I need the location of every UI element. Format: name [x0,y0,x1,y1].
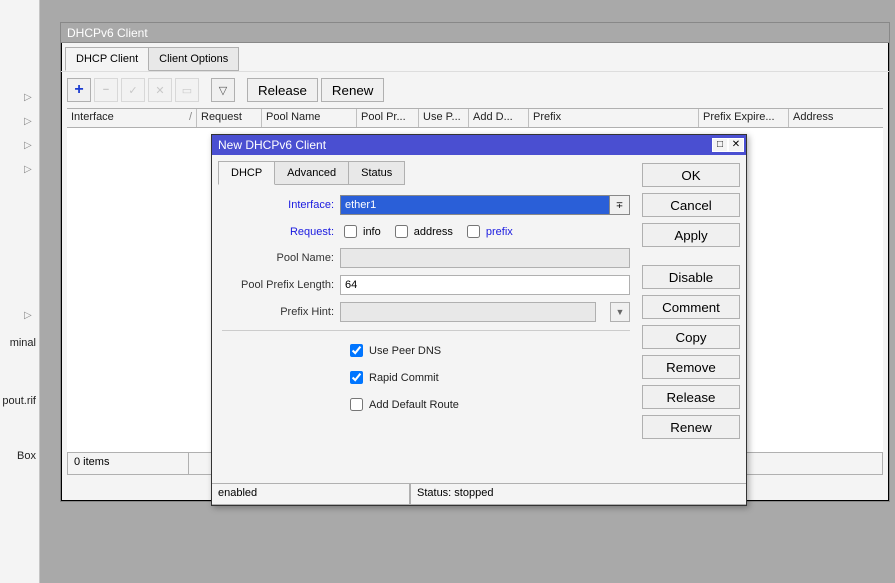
label-pool-prefix-length: Pool Prefix Length: [222,279,340,291]
new-dhcpv6-client-dialog: New DHCPv6 Client □ ✕ DHCP Advanced Stat… [211,134,747,506]
col-pool-name[interactable]: Pool Name [262,109,357,127]
use-peer-dns-checkbox[interactable] [350,344,363,357]
tab-client-options[interactable]: Client Options [148,47,239,71]
col-prefix-expire[interactable]: Prefix Expire... [699,109,789,127]
comment-icon: ▭ [182,84,192,97]
close-icon: ✕ [732,135,740,155]
dialog-title-bar: New DHCPv6 Client □ ✕ [212,135,746,155]
dialog-side-buttons: OK Cancel Apply Disable Comment Copy Rem… [642,161,740,477]
tab-dhcp-client[interactable]: DHCP Client [65,47,149,71]
toolbar: + − ✓ ✕ ▭ ▽ Release Renew [61,71,889,108]
comment-button[interactable]: Comment [642,295,740,319]
copy-button[interactable]: Copy [642,325,740,349]
close-button[interactable]: ✕ [728,138,744,152]
sidebar-item-label[interactable]: pout.rif [0,395,40,407]
release-button[interactable]: Release [247,78,318,102]
item-count: 0 items [74,456,109,468]
dialog-title: New DHCPv6 Client [218,135,326,155]
dialog-status-bar: enabled Status: stopped [212,483,746,505]
tab-dhcp[interactable]: DHCP [218,161,275,185]
triangle-down-icon: ▼ [616,307,625,317]
col-use-p[interactable]: Use P... [419,109,469,127]
request-address-label: address [414,226,453,238]
col-add-d[interactable]: Add D... [469,109,529,127]
request-prefix-checkbox[interactable] [467,225,480,238]
sidebar-item-label[interactable]: minal [0,337,40,349]
status-running: Status: stopped [410,484,746,505]
x-icon: ✕ [155,84,164,97]
rapid-commit-label: Rapid Commit [369,372,439,384]
ok-button[interactable]: OK [642,163,740,187]
label-prefix-hint: Prefix Hint: [222,306,340,318]
add-default-route-label: Add Default Route [369,399,459,411]
remove-button[interactable]: Remove [642,355,740,379]
filter-button[interactable]: ▽ [211,78,235,102]
request-info-label: info [363,226,381,238]
status-divider [188,453,189,474]
col-request[interactable]: Request [197,109,262,127]
request-info-checkbox[interactable] [344,225,357,238]
prefix-hint-side-button[interactable]: ▼ [610,302,630,322]
tab-status[interactable]: Status [348,161,405,185]
expander-icon[interactable]: ▷ [24,164,32,175]
col-pool-pr[interactable]: Pool Pr... [357,109,419,127]
col-interface[interactable]: Interface [67,109,197,127]
label-interface: Interface: [222,199,340,211]
enable-button: ✓ [121,78,145,102]
check-icon: ✓ [128,84,137,97]
add-default-route-checkbox[interactable] [350,398,363,411]
expander-icon[interactable]: ▷ [24,92,32,103]
maximize-icon: □ [717,135,723,155]
dialog-tabs: DHCP Advanced Status [218,161,634,185]
renew-button[interactable]: Renew [321,78,385,102]
col-address[interactable]: Address [789,109,883,127]
table-headers: Interface Request Pool Name Pool Pr... U… [67,108,883,128]
prefix-hint-input[interactable] [340,302,596,322]
status-enabled: enabled [212,484,410,505]
add-button[interactable]: + [67,78,91,102]
window-title: DHCPv6 Client [61,23,889,43]
rapid-commit-checkbox[interactable] [350,371,363,384]
expander-icon[interactable]: ▷ [24,140,32,151]
main-tabs: DHCP Client Client Options [61,43,889,71]
label-request: Request: [222,226,340,238]
tab-advanced[interactable]: Advanced [274,161,349,185]
pool-name-input[interactable] [340,248,630,268]
disable-button: ✕ [148,78,172,102]
col-prefix[interactable]: Prefix [529,109,699,127]
divider [222,330,630,331]
remove-button: − [94,78,118,102]
request-address-checkbox[interactable] [395,225,408,238]
release-button[interactable]: Release [642,385,740,409]
plus-icon: + [74,81,83,99]
left-vertical-toolbar: ▷ ▷ ▷ ▷ ▷ minal pout.rif Box [0,0,40,583]
use-peer-dns-label: Use Peer DNS [369,345,441,357]
cancel-button[interactable]: Cancel [642,193,740,217]
sidebar-item-label[interactable]: Box [0,450,40,462]
interface-combo[interactable] [340,195,610,215]
comment-button: ▭ [175,78,199,102]
request-prefix-label: prefix [486,226,513,238]
minus-icon: − [103,84,109,96]
expander-icon[interactable]: ▷ [24,310,32,321]
maximize-button[interactable]: □ [712,138,728,152]
renew-button[interactable]: Renew [642,415,740,439]
apply-button[interactable]: Apply [642,223,740,247]
expander-icon[interactable]: ▷ [24,116,32,127]
interface-dropdown-button[interactable]: ∓ [610,195,630,215]
label-pool-name: Pool Name: [222,252,340,264]
disable-button[interactable]: Disable [642,265,740,289]
chevron-down-icon: ∓ [616,200,624,211]
pool-prefix-length-input[interactable] [340,275,630,295]
funnel-icon: ▽ [219,84,227,97]
